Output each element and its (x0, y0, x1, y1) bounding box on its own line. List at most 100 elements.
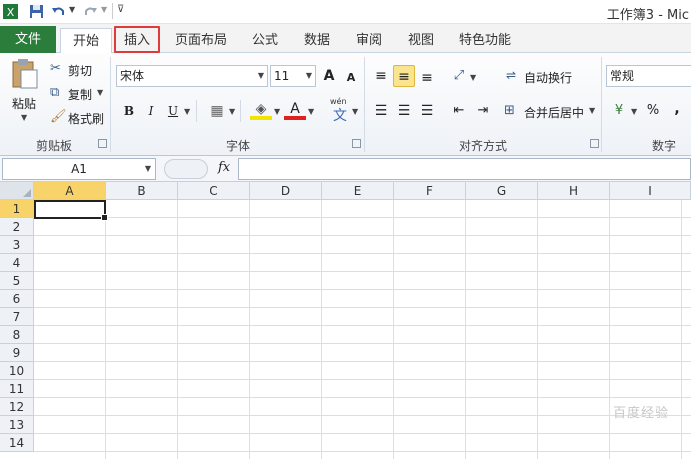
merge-center-button[interactable]: 合并后居中 (524, 104, 584, 121)
alignment-group-label: 对齐方式 (458, 139, 507, 153)
paste-button[interactable]: 粘贴 (12, 95, 36, 112)
font-name-value: 宋体 (120, 69, 145, 83)
column-header-e[interactable]: E (322, 182, 394, 200)
tab-formulas[interactable]: 公式 (244, 28, 286, 53)
underline-button[interactable]: U (162, 100, 184, 122)
italic-button[interactable]: I (140, 100, 162, 122)
format-painter-button[interactable]: 格式刷 (68, 110, 104, 127)
paste-dropdown-icon[interactable]: ▼ (21, 113, 27, 122)
row-header-13[interactable]: 13 (0, 416, 34, 434)
grid-row-line (34, 397, 691, 398)
font-color-dropdown-icon[interactable]: ▼ (308, 107, 314, 116)
name-box-dropdown-icon[interactable]: ▼ (145, 159, 151, 179)
wrap-text-button[interactable]: 自动换行 (524, 69, 572, 86)
number-format-select[interactable]: 常规 (606, 65, 691, 87)
undo-icon[interactable] (50, 3, 67, 20)
column-header-c[interactable]: C (178, 182, 250, 200)
currency-dropdown-icon[interactable]: ▼ (631, 107, 637, 116)
save-icon[interactable] (28, 3, 45, 20)
percent-button[interactable]: % (642, 100, 664, 122)
column-header-h[interactable]: H (538, 182, 610, 200)
grow-font-button[interactable]: A (318, 65, 340, 87)
copy-button[interactable]: 复制 (68, 86, 92, 103)
decrease-indent-icon[interactable]: ⇤ (448, 100, 470, 122)
underline-dropdown-icon[interactable]: ▼ (184, 107, 190, 116)
column-header-d[interactable]: D (250, 182, 322, 200)
column-header-g[interactable]: G (466, 182, 538, 200)
column-header-a[interactable]: A (34, 182, 106, 200)
tab-home[interactable]: 开始 (60, 28, 112, 54)
alignment-launcher-icon[interactable] (590, 139, 599, 148)
copy-icon: ⧉ (50, 85, 60, 100)
column-header-i[interactable]: I (610, 182, 691, 200)
redo-icon[interactable] (82, 3, 99, 20)
merge-dropdown-icon[interactable]: ▼ (589, 106, 595, 115)
orientation-icon[interactable]: ⤢ (448, 65, 470, 87)
align-bottom-icon[interactable]: ≡ (416, 67, 438, 89)
row-header-14[interactable]: 14 (0, 434, 34, 452)
row-header-3[interactable]: 3 (0, 236, 34, 254)
formula-input[interactable] (238, 158, 691, 180)
insert-function-button[interactable]: fx (218, 160, 230, 175)
phonetic-dropdown-icon[interactable]: ▼ (352, 107, 358, 116)
worksheet-grid[interactable]: ABCDEFGHI 1 2 3 4 5 6 7 8 9 10 11 12 13 14 百度经验 (0, 182, 691, 459)
row-header-9[interactable]: 9 (0, 344, 34, 362)
row-header-7[interactable]: 7 (0, 308, 34, 326)
tab-review[interactable]: 审阅 (348, 28, 390, 53)
redo-dropdown-icon[interactable]: ▼ (101, 5, 107, 14)
shrink-font-button[interactable]: A (340, 67, 362, 89)
phonetic-guide-button[interactable]: 文 (333, 105, 347, 125)
row-header-11[interactable]: 11 (0, 380, 34, 398)
align-center-icon[interactable]: ☰ (393, 100, 415, 122)
comma-button[interactable]: , (666, 98, 688, 120)
column-header-b[interactable]: B (106, 182, 178, 200)
fill-color-icon[interactable]: ◈ (250, 98, 272, 120)
font-color-button[interactable]: A (284, 98, 306, 120)
undo-dropdown-icon[interactable]: ▼ (69, 5, 75, 14)
name-box[interactable]: A1 ▼ (2, 158, 156, 180)
tab-special-features[interactable]: 特色功能 (452, 28, 518, 53)
tab-page-layout[interactable]: 页面布局 (168, 28, 234, 53)
select-all-button[interactable] (0, 182, 34, 200)
group-divider (364, 57, 365, 152)
clipboard-launcher-icon[interactable] (98, 139, 107, 148)
align-right-icon[interactable]: ☰ (416, 100, 438, 122)
active-cell[interactable] (34, 200, 108, 221)
watermark: 百度经验 (612, 406, 669, 421)
number-group-label: 数字 (651, 139, 676, 153)
grid-column-line (321, 200, 322, 459)
row-header-8[interactable]: 8 (0, 326, 34, 344)
currency-format-icon[interactable]: ¥ (608, 100, 630, 122)
row-header-1[interactable]: 1 (0, 200, 34, 218)
align-middle-icon[interactable]: ≡ (393, 65, 415, 87)
border-dropdown-icon[interactable]: ▼ (229, 107, 235, 116)
row-header-10[interactable]: 10 (0, 362, 34, 380)
cut-button[interactable]: 剪切 (68, 62, 92, 79)
grid-row-line (34, 235, 691, 236)
fill-color-dropdown-icon[interactable]: ▼ (274, 107, 280, 116)
tab-file[interactable]: 文件 (0, 26, 56, 53)
paste-icon[interactable] (10, 58, 40, 90)
row-header-6[interactable]: 6 (0, 290, 34, 308)
font-name-select[interactable]: 宋体 ▼ (116, 65, 268, 87)
row-header-2[interactable]: 2 (0, 218, 34, 236)
row-header-5[interactable]: 5 (0, 272, 34, 290)
copy-dropdown-icon[interactable]: ▼ (97, 88, 103, 97)
border-icon[interactable]: ▦ (206, 100, 228, 122)
column-header-f[interactable]: F (394, 182, 466, 200)
font-size-select[interactable]: 11 ▼ (270, 65, 316, 87)
grid-row-line (34, 289, 691, 290)
align-left-icon[interactable]: ☰ (370, 100, 392, 122)
increase-indent-icon[interactable]: ⇥ (472, 100, 494, 122)
bold-button[interactable]: B (118, 100, 140, 122)
row-header-12[interactable]: 12 (0, 398, 34, 416)
formula-controls (164, 159, 208, 179)
font-launcher-icon[interactable] (352, 139, 361, 148)
tab-view[interactable]: 视图 (400, 28, 442, 53)
orientation-dropdown-icon[interactable]: ▼ (470, 73, 476, 82)
align-top-icon[interactable]: ≡ (370, 65, 392, 87)
row-header-4[interactable]: 4 (0, 254, 34, 272)
customize-toolbar-icon[interactable]: ⊽ (117, 4, 124, 15)
excel-icon[interactable]: X (2, 3, 19, 20)
tab-data[interactable]: 数据 (296, 28, 338, 53)
